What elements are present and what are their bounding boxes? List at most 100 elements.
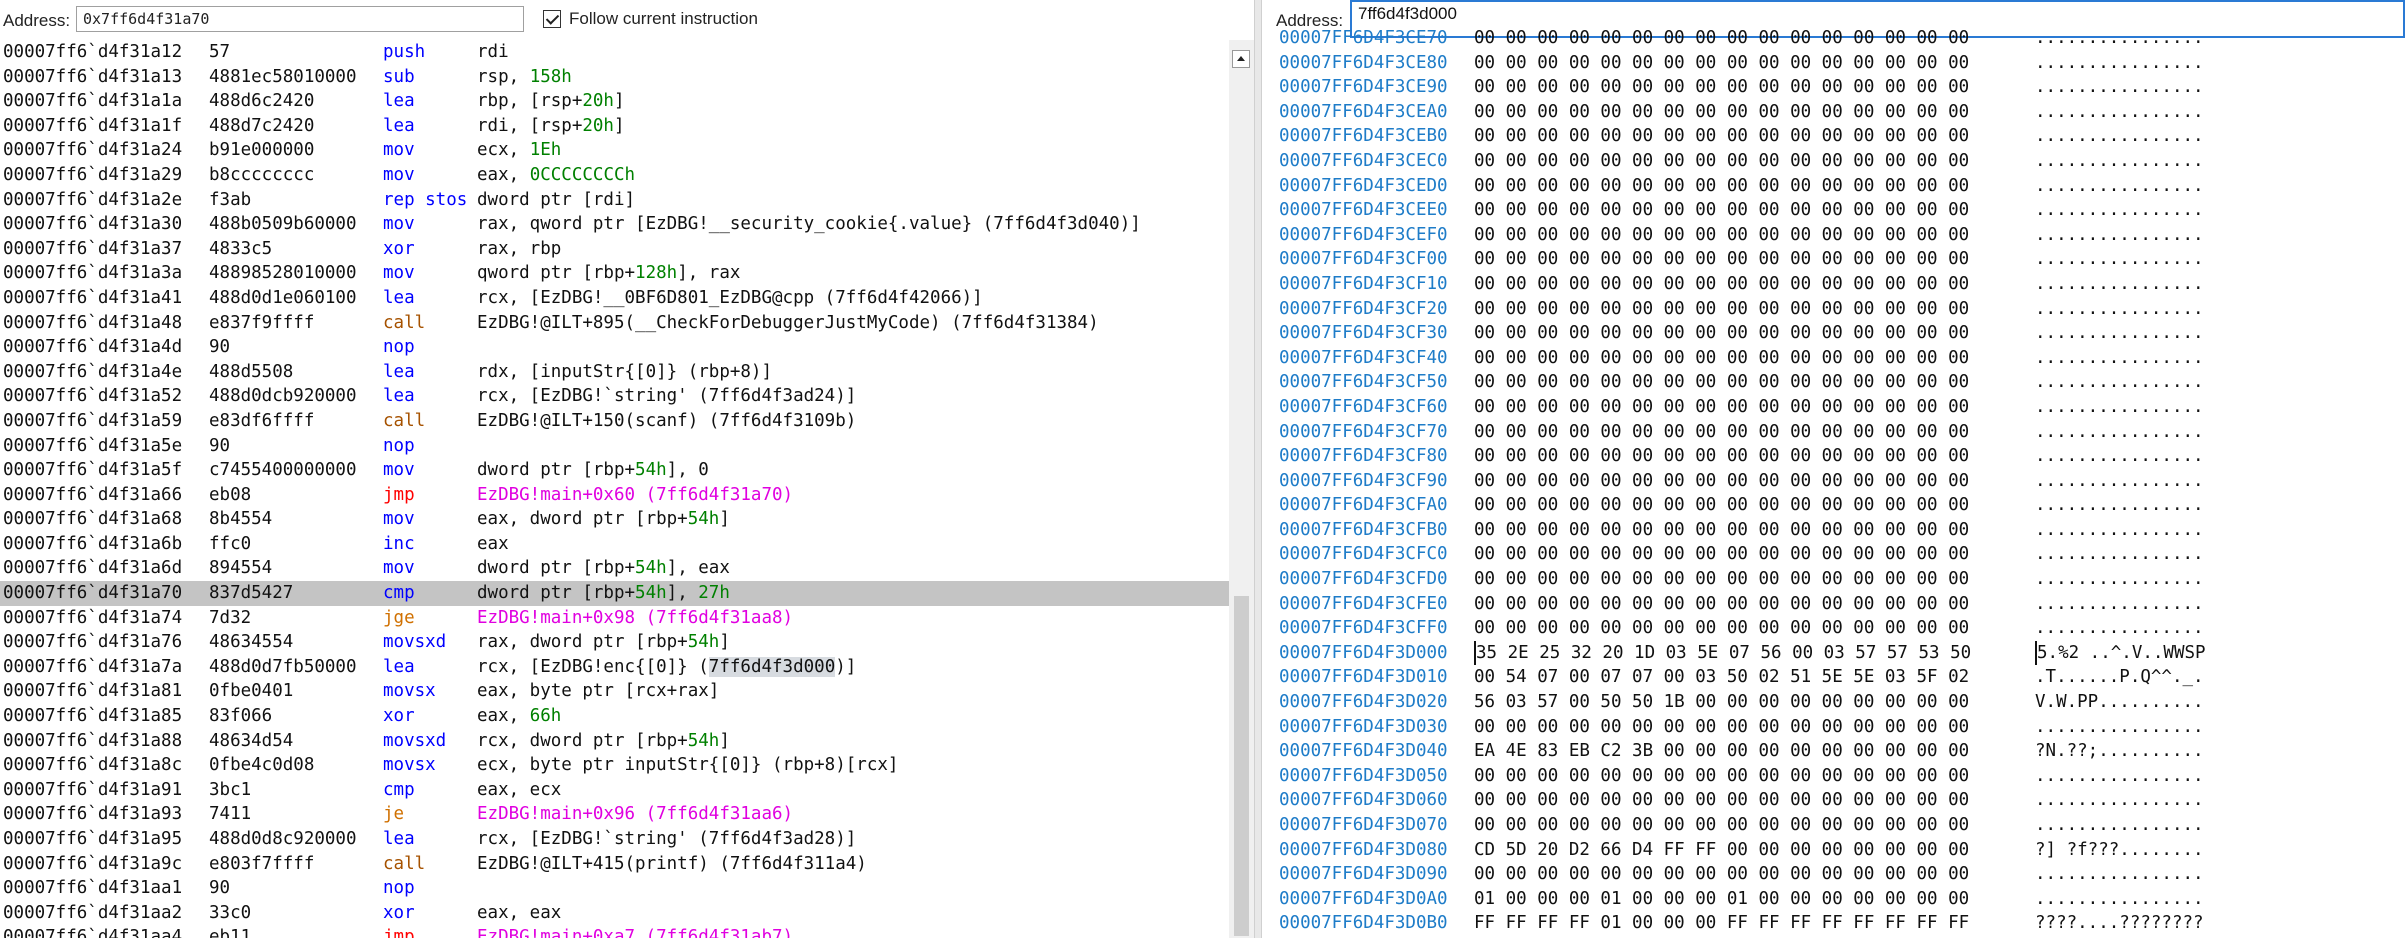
memory-row-hex-bytes[interactable]: 00 00 00 00 00 00 00 00 00 00 00 00 00 0…: [1474, 493, 1969, 518]
scroll-up-arrow-icon[interactable]: [1232, 50, 1250, 68]
memory-row-ascii[interactable]: ................: [2035, 764, 2204, 789]
memory-row[interactable]: 00007FF6D4F3CED0 00 00 00 00 00 00 00 00 …: [1262, 174, 2405, 199]
instruction-row[interactable]: 00007ff6`d4f31aa1 90 nop: [0, 876, 1229, 901]
memory-row[interactable]: 00007FF6D4F3CFF0 00 00 00 00 00 00 00 00 …: [1262, 616, 2405, 641]
memory-row-ascii[interactable]: ................: [2035, 862, 2204, 887]
memory-row-hex-bytes[interactable]: 00 00 00 00 00 00 00 00 00 00 00 00 00 0…: [1474, 149, 1969, 174]
instruction-row[interactable]: 00007ff6`d4f31a85 83f066 xor eax, 66h: [0, 704, 1229, 729]
memory-row-ascii[interactable]: ................: [2035, 887, 2204, 912]
instruction-row[interactable]: 00007ff6`d4f31a13 4881ec58010000 sub rsp, 1…: [0, 65, 1229, 90]
memory-row-ascii[interactable]: ................: [2035, 444, 2204, 469]
instruction-row[interactable]: 00007ff6`d4f31a52 488d0dcb920000 lea rcx, […: [0, 384, 1229, 409]
memory-row-hex-bytes[interactable]: 00 00 00 00 00 00 00 00 00 00 00 00 00 0…: [1474, 592, 1969, 617]
checkbox-checked-icon[interactable]: [543, 10, 561, 28]
current-instruction-row[interactable]: 00007ff6`d4f31a70 837d5427 cmp dword ptr [r…: [0, 581, 1229, 606]
memory-row-ascii[interactable]: ................: [2035, 149, 2204, 174]
memory-row[interactable]: 00007FF6D4F3D050 00 00 00 00 00 00 00 00 …: [1262, 764, 2405, 789]
memory-row-ascii[interactable]: ????....????????: [2035, 911, 2204, 936]
memory-row[interactable]: 00007FF6D4F3CFB0 00 00 00 00 00 00 00 00 …: [1262, 518, 2405, 543]
memory-row-hex-bytes[interactable]: CD 5D 20 D2 66 D4 FF FF 00 00 00 00 00 0…: [1474, 838, 1969, 863]
branch-target-label[interactable]: EzDBG!main+0x60 (7ff6d4f31a70): [477, 485, 793, 505]
memory-row-hex-bytes[interactable]: 00 00 00 00 00 00 00 00 00 00 00 00 00 0…: [1474, 395, 1969, 420]
memory-row[interactable]: 00007FF6D4F3D020 56 03 57 00 50 50 1B 00 …: [1262, 690, 2405, 715]
instruction-row[interactable]: 00007ff6`d4f31a48 e837f9ffff call EzDBG!@IL…: [0, 311, 1229, 336]
memory-row-ascii[interactable]: ................: [2035, 420, 2204, 445]
memory-row-hex-bytes[interactable]: 00 00 00 00 00 00 00 00 00 00 00 00 00 0…: [1474, 542, 1969, 567]
instruction-row[interactable]: 00007ff6`d4f31a76 48634554 movsxd rax, dwor…: [0, 630, 1229, 655]
memory-row-hex-bytes[interactable]: 00 00 00 00 00 00 00 00 00 00 00 00 00 0…: [1474, 469, 1969, 494]
memory-row-hex-bytes[interactable]: 00 00 00 00 00 00 00 00 00 00 00 00 00 0…: [1474, 100, 1969, 125]
disassembly-scrollbar[interactable]: [1229, 40, 1254, 938]
memory-row-ascii[interactable]: ................: [2035, 100, 2204, 125]
memory-row-ascii[interactable]: ................: [2035, 518, 2204, 543]
memory-row[interactable]: 00007FF6D4F3CF10 00 00 00 00 00 00 00 00 …: [1262, 272, 2405, 297]
instruction-row[interactable]: 00007ff6`d4f31a93 7411 je EzDBG!main+0x96 (…: [0, 802, 1229, 827]
instruction-row[interactable]: 00007ff6`d4f31a1a 488d6c2420 lea rbp, [rsp+…: [0, 89, 1229, 114]
instruction-row[interactable]: 00007ff6`d4f31aa2 33c0 xor eax, eax: [0, 901, 1229, 926]
memory-row-hex-bytes[interactable]: 00 00 00 00 00 00 00 00 00 00 00 00 00 0…: [1474, 518, 1969, 543]
memory-row-ascii[interactable]: ................: [2035, 346, 2204, 371]
memory-row[interactable]: 00007FF6D4F3CE90 00 00 00 00 00 00 00 00 …: [1262, 75, 2405, 100]
branch-target-label[interactable]: EzDBG!main+0x96 (7ff6d4f31aa6): [477, 804, 793, 824]
memory-row-ascii[interactable]: 5.%2 ..^.V..WWSP: [2035, 640, 2206, 666]
instruction-row[interactable]: 00007ff6`d4f31a74 7d32 jge EzDBG!main+0x98 …: [0, 606, 1229, 631]
instruction-row[interactable]: 00007ff6`d4f31a95 488d0d8c920000 lea rcx, […: [0, 827, 1229, 852]
instruction-row[interactable]: 00007ff6`d4f31a30 488b0509b60000 mov rax, q…: [0, 212, 1229, 237]
memory-row[interactable]: 00007FF6D4F3D000 35 2E 25 32 20 1D 03 5E …: [1262, 640, 2405, 666]
branch-target-label[interactable]: EzDBG!main+0xa7 (7ff6d4f31ab7): [477, 927, 793, 938]
memory-row[interactable]: 00007FF6D4F3CEA0 00 00 00 00 00 00 00 00 …: [1262, 100, 2405, 125]
memory-row-hex-bytes[interactable]: 00 00 00 00 00 00 00 00 00 00 00 00 00 0…: [1474, 51, 1969, 76]
instruction-row[interactable]: 00007ff6`d4f31a66 eb08 jmp EzDBG!main+0x60 …: [0, 483, 1229, 508]
memory-row-ascii[interactable]: ................: [2035, 567, 2204, 592]
memory-row-ascii[interactable]: ................: [2035, 715, 2204, 740]
memory-row-ascii[interactable]: ................: [2035, 198, 2204, 223]
memory-row[interactable]: 00007FF6D4F3CF50 00 00 00 00 00 00 00 00 …: [1262, 370, 2405, 395]
memory-row[interactable]: 00007FF6D4F3CF80 00 00 00 00 00 00 00 00 …: [1262, 444, 2405, 469]
memory-row-ascii[interactable]: V.W.PP..........: [2035, 690, 2204, 715]
instruction-row[interactable]: 00007ff6`d4f31a7a 488d0d7fb50000 lea rcx, […: [0, 655, 1229, 680]
memory-row[interactable]: 00007FF6D4F3CE70 00 00 00 00 00 00 00 00 …: [1262, 26, 2405, 51]
instruction-row[interactable]: 00007ff6`d4f31a24 b91e000000 mov ecx, 1Eh: [0, 138, 1229, 163]
memory-row-hex-bytes[interactable]: 00 00 00 00 00 00 00 00 00 00 00 00 00 0…: [1474, 370, 1969, 395]
instruction-row[interactable]: 00007ff6`d4f31a37 4833c5 xor rax, rbp: [0, 237, 1229, 262]
memory-row-hex-bytes[interactable]: 00 00 00 00 00 00 00 00 00 00 00 00 00 0…: [1474, 764, 1969, 789]
memory-row-ascii[interactable]: ................: [2035, 26, 2204, 51]
instruction-row[interactable]: 00007ff6`d4f31a81 0fbe0401 movsx eax, byte …: [0, 679, 1229, 704]
memory-row-ascii[interactable]: .T......P.Q^^._.: [2035, 665, 2204, 690]
memory-row[interactable]: 00007FF6D4F3D080 CD 5D 20 D2 66 D4 FF FF …: [1262, 838, 2405, 863]
instruction-row[interactable]: 00007ff6`d4f31a12 57 push rdi: [0, 40, 1229, 65]
instruction-row[interactable]: 00007ff6`d4f31a2e f3ab rep stos dword ptr […: [0, 188, 1229, 213]
memory-row-hex-bytes[interactable]: 00 00 00 00 00 00 00 00 00 00 00 00 00 0…: [1474, 26, 1969, 51]
memory-row-ascii[interactable]: ................: [2035, 395, 2204, 420]
memory-row-hex-bytes[interactable]: 00 00 00 00 00 00 00 00 00 00 00 00 00 0…: [1474, 223, 1969, 248]
memory-row-hex-bytes[interactable]: 00 00 00 00 00 00 00 00 00 00 00 00 00 0…: [1474, 174, 1969, 199]
scrollbar-thumb[interactable]: [1234, 596, 1249, 936]
memory-row-ascii[interactable]: ?N.??;..........: [2035, 739, 2204, 764]
memory-row-hex-bytes[interactable]: 00 54 07 00 07 07 00 03 50 02 51 5E 5E 0…: [1474, 665, 1969, 690]
follow-current-instruction-toggle[interactable]: Follow current instruction: [543, 9, 758, 29]
memory-row[interactable]: 00007FF6D4F3D070 00 00 00 00 00 00 00 00 …: [1262, 813, 2405, 838]
disassembly-address-input[interactable]: 0x7ff6d4f31a70: [76, 6, 524, 32]
memory-row-hex-bytes[interactable]: 00 00 00 00 00 00 00 00 00 00 00 00 00 0…: [1474, 788, 1969, 813]
memory-row-ascii[interactable]: ................: [2035, 788, 2204, 813]
memory-row[interactable]: 00007FF6D4F3D040 EA 4E 83 EB C2 3B 00 00 …: [1262, 739, 2405, 764]
memory-row-hex-bytes[interactable]: 00 00 00 00 00 00 00 00 00 00 00 00 00 0…: [1474, 813, 1969, 838]
memory-row-ascii[interactable]: ................: [2035, 469, 2204, 494]
memory-row-hex-bytes[interactable]: 00 00 00 00 00 00 00 00 00 00 00 00 00 0…: [1474, 272, 1969, 297]
memory-row-ascii[interactable]: ................: [2035, 272, 2204, 297]
memory-row-hex-bytes[interactable]: 00 00 00 00 00 00 00 00 00 00 00 00 00 0…: [1474, 444, 1969, 469]
instruction-row[interactable]: 00007ff6`d4f31a29 b8cccccccc mov eax, 0CCCC…: [0, 163, 1229, 188]
memory-row-hex-bytes[interactable]: 01 00 00 00 01 00 00 00 01 00 00 00 00 0…: [1474, 887, 1969, 912]
memory-row-ascii[interactable]: ................: [2035, 542, 2204, 567]
pane-splitter[interactable]: [1254, 0, 1262, 938]
memory-row-ascii[interactable]: ................: [2035, 592, 2204, 617]
memory-row[interactable]: 00007FF6D4F3CF00 00 00 00 00 00 00 00 00 …: [1262, 247, 2405, 272]
memory-row[interactable]: 00007FF6D4F3CFD0 00 00 00 00 00 00 00 00 …: [1262, 567, 2405, 592]
memory-row[interactable]: 00007FF6D4F3CEC0 00 00 00 00 00 00 00 00 …: [1262, 149, 2405, 174]
memory-row[interactable]: 00007FF6D4F3CEB0 00 00 00 00 00 00 00 00 …: [1262, 124, 2405, 149]
memory-row-ascii[interactable]: ?] ?f???........: [2035, 838, 2204, 863]
memory-row[interactable]: 00007FF6D4F3D030 00 00 00 00 00 00 00 00 …: [1262, 715, 2405, 740]
memory-row-ascii[interactable]: ................: [2035, 75, 2204, 100]
instruction-row[interactable]: 00007ff6`d4f31a5f c7455400000000 mov dword …: [0, 458, 1229, 483]
memory-row-hex-bytes[interactable]: 00 00 00 00 00 00 00 00 00 00 00 00 00 0…: [1474, 420, 1969, 445]
